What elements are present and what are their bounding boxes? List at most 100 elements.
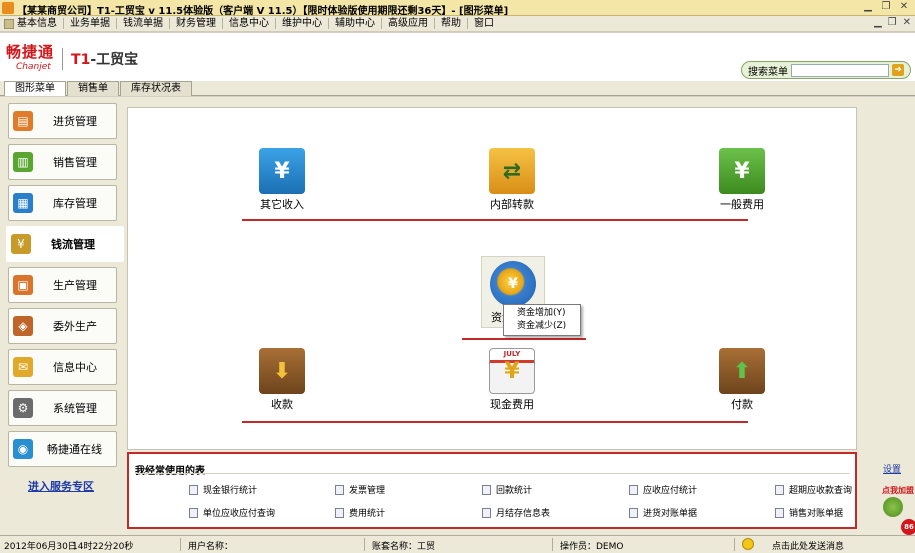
status-operator: 操作员：DEMO — [560, 542, 624, 552]
sidebar-item-sales[interactable]: ▥ 销售管理 — [8, 144, 117, 180]
smile-icon — [742, 538, 754, 550]
menu-finance[interactable]: 财务管理 — [176, 16, 216, 32]
status-user: 用户名称： — [188, 542, 234, 552]
product-name: T1-工贸宝 — [71, 51, 139, 68]
join-float-ad[interactable]: 点我加盟 86 — [878, 481, 915, 535]
transfer-icon: ⇄ — [489, 148, 535, 194]
func-receive[interactable]: ⬇ 收款 — [250, 348, 314, 412]
minimize-button[interactable]: ▁ — [861, 1, 875, 14]
purchase-icon: ▤ — [13, 111, 33, 131]
sidebar-item-inventory[interactable]: ▦ 库存管理 — [8, 185, 117, 221]
window-titlebar: 【某某商贸公司】T1-工贸宝 v 11.5体验版（客户端 V 11.5）【限时体… — [0, 0, 915, 17]
flow-line-bottom — [242, 421, 748, 423]
freq-item-ar-ap-stats[interactable]: 应收应付统计 — [629, 483, 697, 496]
freq-item-cash-bank[interactable]: 现金银行统计 — [189, 483, 257, 496]
status-time: 14时22分20秒 — [72, 542, 134, 552]
document-icon — [335, 507, 344, 518]
func-general-expense[interactable]: ¥ 一般费用 — [710, 148, 774, 212]
fund-context-menu: 资金增加(Y) 资金减少(Z) — [503, 304, 581, 336]
yuan-expense-icon: ¥ — [719, 148, 765, 194]
service-zone-link[interactable]: 进入服务专区 — [28, 478, 94, 494]
freq-item-monthly-balance[interactable]: 月结存信息表 — [482, 506, 550, 519]
sidebar-item-online[interactable]: ◉ 畅捷通在线 — [8, 431, 117, 467]
menu-basic-info[interactable]: 基本信息 — [17, 16, 57, 32]
menu-search: 搜索菜单 ➔ — [741, 61, 911, 79]
freq-item-invoice[interactable]: 发票管理 — [335, 483, 385, 496]
production-icon: ▣ — [13, 275, 33, 295]
frequent-tables-panel: 我经常使用的表 现金银行统计 发票管理 回款统计 应收应付统计 超期应收款查询 … — [127, 452, 857, 529]
flow-line-center — [462, 338, 586, 340]
receive-chest-icon: ⬇ — [259, 348, 305, 394]
menu-help[interactable]: 帮助 — [441, 16, 461, 32]
freq-item-overdue[interactable]: 超期应收款查询 — [775, 483, 852, 496]
warehouse-icon: ▦ — [13, 193, 33, 213]
tab-graphic-menu[interactable]: 图形菜单 — [4, 81, 66, 96]
ad-mascot-icon — [883, 497, 903, 517]
tab-sales-order[interactable]: 销售单 — [67, 81, 119, 96]
app-icon — [2, 2, 14, 14]
document-icon — [629, 484, 638, 495]
sidebar-item-production[interactable]: ▣ 生产管理 — [8, 267, 117, 303]
document-icon — [775, 507, 784, 518]
close-button[interactable]: ✕ — [897, 1, 911, 14]
status-date: 2012年06月30日 — [4, 542, 77, 552]
menubar: 基本信息 业务单据 钱流单据 财务管理 信息中心 维护中心 辅助中心 高级应用 … — [0, 16, 915, 32]
settings-icon: ⚙ — [13, 398, 33, 418]
menu-maintenance[interactable]: 维护中心 — [282, 16, 322, 32]
menu-advanced[interactable]: 高级应用 — [388, 16, 428, 32]
tab-inventory-status[interactable]: 库存状况表 — [120, 81, 192, 96]
menu-item-fund-decrease[interactable]: 资金减少(Z) — [504, 320, 580, 333]
child-restore-button[interactable]: ❐ — [888, 17, 897, 28]
search-go-icon[interactable]: ➔ — [892, 64, 904, 76]
search-input[interactable] — [791, 63, 889, 77]
document-icon — [775, 484, 784, 495]
main-panel: ¥ 其它收入 ⇄ 内部转款 ¥ 一般费用 ¥ 资金 资金增加(Y) 资金减少(Z… — [124, 97, 915, 535]
mail-icon: ✉ — [13, 357, 33, 377]
restore-button[interactable]: ❐ — [879, 1, 893, 14]
settings-link[interactable]: 设置 — [883, 462, 901, 475]
money-bag-icon: ¥ — [11, 234, 31, 254]
status-account: 账套名称：工贸 — [372, 542, 436, 552]
menu-info-center[interactable]: 信息中心 — [229, 16, 269, 32]
func-internal-transfer[interactable]: ⇄ 内部转款 — [480, 148, 544, 212]
header: 畅捷通 Chanjet T1-工贸宝 搜索菜单 ➔ — [0, 33, 915, 81]
menu-app-icon — [4, 18, 14, 29]
menu-window[interactable]: 窗口 — [474, 16, 494, 32]
child-minimize-button[interactable]: ▁ — [874, 17, 882, 28]
statusbar: 2012年06月30日 14时22分20秒 用户名称： 账套名称：工贸 操作员：… — [0, 535, 915, 553]
flow-line-top — [242, 219, 748, 221]
search-label: 搜索菜单 — [748, 66, 788, 78]
sidebar-item-system[interactable]: ⚙ 系统管理 — [8, 390, 117, 426]
func-cash-expense[interactable]: JULY ¥ 现金费用 — [480, 348, 544, 412]
document-icon — [189, 507, 198, 518]
func-payment[interactable]: ⬆ 付款 — [710, 348, 774, 412]
freq-item-purchase-reconcile[interactable]: 进货对账单据 — [629, 506, 697, 519]
ad-badge: 86 — [901, 519, 915, 535]
brand-name: 畅捷通 — [6, 43, 55, 61]
outsource-icon: ◈ — [13, 316, 33, 336]
logo: 畅捷通 Chanjet T1-工贸宝 — [6, 43, 139, 73]
child-close-button[interactable]: ✕ — [903, 17, 911, 28]
menu-item-fund-increase[interactable]: 资金增加(Y) — [504, 307, 580, 320]
send-message-link[interactable]: 点击此处发送消息 — [772, 539, 844, 552]
frequent-title: 我经常使用的表 — [135, 466, 205, 477]
tab-bar: 图形菜单 销售单 库存状况表 — [0, 81, 915, 96]
document-icon — [335, 484, 344, 495]
menu-business-docs[interactable]: 业务单据 — [70, 16, 110, 32]
freq-item-unit-ar-ap[interactable]: 单位应收应付查询 — [189, 506, 275, 519]
freq-item-collection[interactable]: 回款统计 — [482, 483, 532, 496]
sidebar-item-info-center[interactable]: ✉ 信息中心 — [8, 349, 117, 385]
sidebar-item-money-flow[interactable]: ¥ 钱流管理 — [6, 226, 124, 262]
sidebar-item-outsource[interactable]: ◈ 委外生产 — [8, 308, 117, 344]
document-icon — [189, 484, 198, 495]
sidebar-item-purchase[interactable]: ▤ 进货管理 — [8, 103, 117, 139]
globe-icon: ◉ — [13, 439, 33, 459]
menu-money-docs[interactable]: 钱流单据 — [123, 16, 163, 32]
func-other-income[interactable]: ¥ 其它收入 — [250, 148, 314, 212]
freq-item-expense-stats[interactable]: 费用统计 — [335, 506, 385, 519]
yuan-receipt-icon: ¥ — [259, 148, 305, 194]
basket-icon: ▥ — [13, 152, 33, 172]
menu-auxiliary[interactable]: 辅助中心 — [335, 16, 375, 32]
freq-item-sales-reconcile[interactable]: 销售对账单据 — [775, 506, 843, 519]
fund-icon: ¥ — [490, 261, 536, 307]
